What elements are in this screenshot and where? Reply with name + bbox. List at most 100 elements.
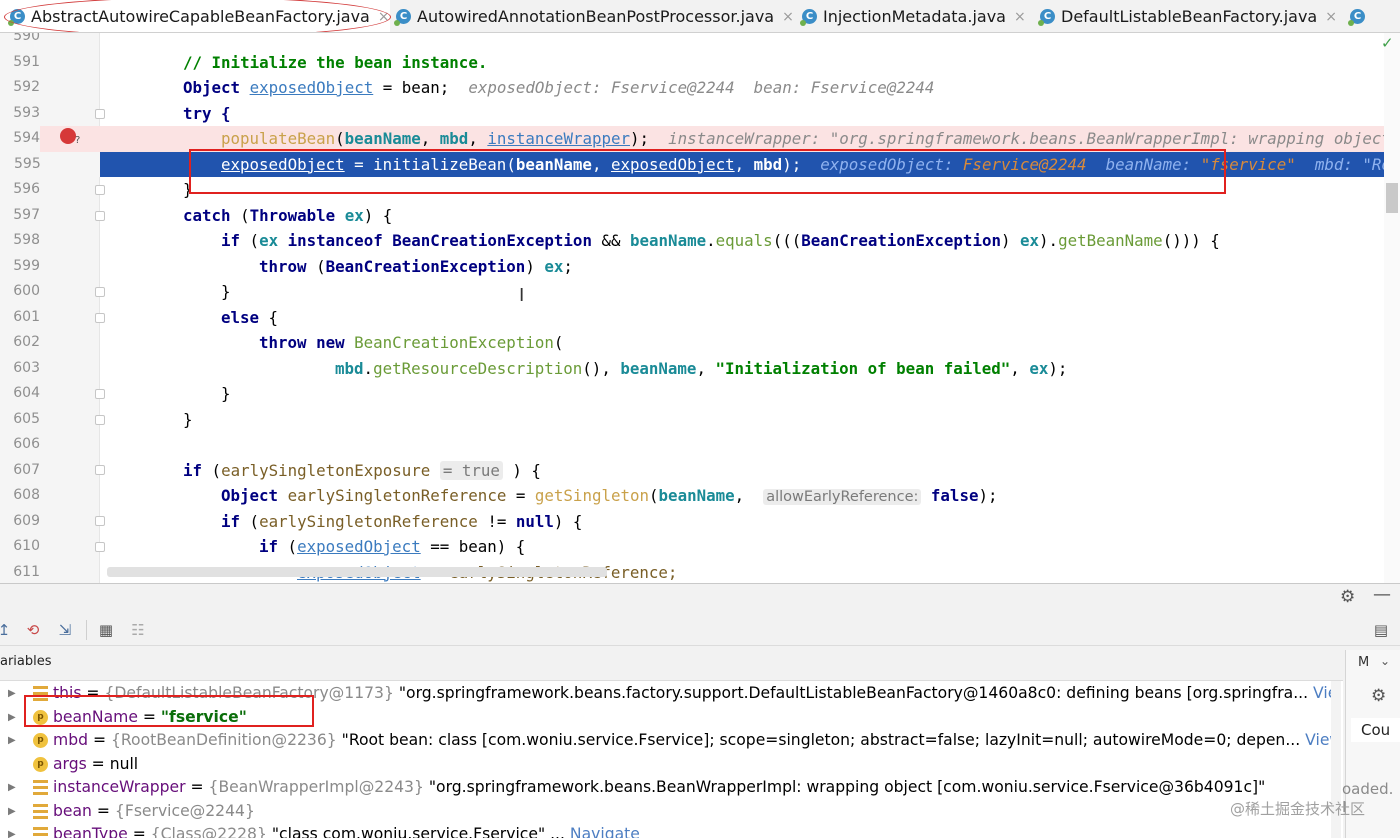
variable-value: null (109, 754, 139, 773)
editor-horizontal-scrollbar[interactable] (107, 567, 607, 577)
code-token: beanName (620, 358, 697, 378)
code-token: BeanCreationException (801, 231, 1001, 250)
line-number: 603 (13, 359, 40, 376)
run-to-cursor-icon[interactable]: ⇲ (55, 620, 75, 640)
inline-debug-value: instanceWrapper: "org.springframework.be… (668, 129, 1400, 148)
fold-marker[interactable] (95, 389, 105, 399)
variable-row[interactable]: ▶ instanceWrapper = {BeanWrapperImpl@224… (0, 776, 1340, 800)
variable-ref: {Class@2228} (150, 825, 267, 838)
fold-marker[interactable] (95, 415, 105, 425)
close-icon[interactable]: × (1325, 9, 1337, 25)
code-token: if (259, 537, 279, 556)
variable-row[interactable]: ▶ beanType = {Class@2228} "class com.won… (0, 823, 1340, 838)
chevron-down-icon[interactable]: ⌄ (1380, 654, 1390, 668)
settings-icon[interactable]: ⚙ (1371, 686, 1386, 706)
code-token: ex (544, 256, 564, 276)
code-token: try { (183, 103, 231, 123)
code-line: 593 try { (0, 101, 1400, 127)
code-token: instanceWrapper (487, 129, 631, 148)
code-token: earlySingletonReference (287, 486, 507, 505)
tab-default-listable[interactable]: C DefaultListableBeanFactory.java × (1038, 0, 1340, 32)
fold-marker[interactable] (95, 287, 105, 297)
variable-ref: {BeanWrapperImpl@2243} (208, 778, 424, 796)
debug-toolbar: ↥ ⟲ ⇲ ▦ ☷ ▤ (0, 614, 1400, 646)
fold-marker[interactable] (95, 185, 105, 195)
variables-title: ariables (0, 654, 52, 669)
variable-row[interactable]: ▶ bean = {Fservice@2244} (0, 800, 1340, 824)
code-line: 610 if (exposedObject == bean) { (0, 534, 1400, 560)
variable-name: bean (53, 801, 92, 820)
expand-icon[interactable]: ▶ (8, 823, 16, 838)
code-line: 603 mbd.getResourceDescription(), beanNa… (0, 356, 1400, 382)
toolbar-divider (86, 620, 87, 640)
code-editor[interactable]: 590 591 // Initialize the bean instance.… (0, 33, 1400, 583)
code-line: 597 catch (Throwable ex) { (0, 203, 1400, 229)
fold-marker[interactable] (95, 109, 105, 119)
line-number: 604 (13, 385, 40, 401)
line-number: 607 (13, 461, 40, 478)
code-line: 604 } (0, 381, 1400, 407)
expand-icon[interactable]: ▶ (8, 776, 16, 800)
code-line: 602 throw new BeanCreationException( (0, 330, 1400, 356)
code-token: Object (221, 486, 279, 505)
code-token: exposedObject (297, 537, 421, 556)
code-token: Throwable (249, 205, 336, 225)
tab-autowired-annotation[interactable]: C AutowiredAnnotationBeanPostProcessor.j… (394, 0, 796, 32)
code-token: beanName (630, 231, 707, 250)
class-icon: C (1348, 9, 1365, 26)
line-number: 610 (13, 538, 40, 554)
layout-icon[interactable]: ▤ (1371, 620, 1391, 640)
count-label: Cou (1351, 718, 1400, 742)
class-icon: C (800, 9, 817, 26)
gear-icon[interactable]: ⚙ (1340, 587, 1355, 607)
code-token: } (183, 409, 193, 429)
code-token: else (221, 307, 260, 327)
code-token: Object (183, 78, 241, 97)
expand-icon[interactable]: ▶ (8, 706, 16, 730)
breakpoint-icon[interactable] (60, 128, 76, 144)
code-token: == bean) { (420, 537, 526, 556)
fold-marker[interactable] (95, 516, 105, 526)
code-line: 600 } (0, 279, 1400, 305)
variable-value: "class com.woniu.service.Fservice" (271, 825, 546, 838)
tab-label: AutowiredAnnotationBeanPostProcessor.jav… (417, 7, 775, 26)
editor-vertical-scrollbar[interactable] (1384, 33, 1400, 583)
fold-marker[interactable] (95, 465, 105, 475)
text-cursor-icon: I (519, 285, 525, 306)
code-line: 592 Object exposedObject = bean; exposed… (0, 75, 1400, 101)
fold-marker[interactable] (95, 542, 105, 552)
tab-overflow[interactable]: C (1348, 0, 1390, 32)
variable-row[interactable]: ▶ p mbd = {RootBeanDefinition@2236} "Roo… (0, 729, 1340, 753)
code-line-breakpoint: 594 populateBean(beanName, mbd, instance… (0, 126, 1400, 152)
code-token: BeanCreationException (392, 231, 592, 250)
scroll-thumb[interactable] (1386, 183, 1398, 213)
drop-frame-icon[interactable]: ⟲ (23, 620, 43, 640)
evaluate-expression-icon[interactable]: ▦ (96, 620, 116, 640)
close-icon[interactable]: × (1014, 9, 1026, 25)
line-number: 595 (0, 151, 100, 177)
fold-marker[interactable] (95, 313, 105, 323)
code-token: if (183, 460, 203, 480)
code-token: earlySingletonExposure (221, 460, 431, 480)
line-number: 594 (0, 126, 40, 152)
minimize-icon[interactable]: — (1373, 584, 1391, 605)
expand-icon[interactable]: ▶ (8, 800, 16, 824)
tab-label: DefaultListableBeanFactory.java (1061, 7, 1318, 26)
line-number: 591 (13, 53, 40, 70)
line-number: 611 (13, 563, 40, 580)
code-token: populateBean (221, 129, 336, 148)
trace-icon[interactable]: ☷ (128, 620, 148, 640)
line-number: 590 (13, 33, 40, 44)
class-icon: C (1038, 9, 1055, 26)
expand-icon[interactable]: ▶ (8, 682, 16, 706)
navigate-link[interactable]: Navigate (570, 825, 640, 838)
code-token: equals (715, 231, 773, 250)
field-icon (33, 827, 48, 838)
code-token: false (930, 486, 979, 505)
step-out-icon[interactable]: ↥ (0, 620, 14, 640)
expand-icon[interactable]: ▶ (8, 729, 16, 753)
close-icon[interactable]: × (782, 9, 794, 25)
variable-row[interactable]: p args = null (0, 753, 1340, 777)
fold-marker[interactable] (95, 211, 105, 221)
tab-injection-metadata[interactable]: C InjectionMetadata.java × (800, 0, 1032, 32)
